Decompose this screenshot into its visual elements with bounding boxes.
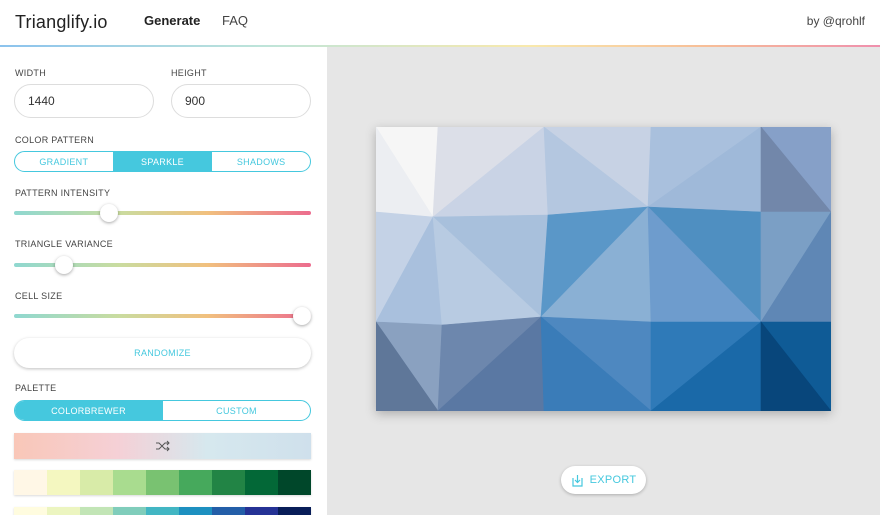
palette-swatch: [80, 470, 113, 495]
palette-swatch: [212, 470, 245, 495]
palette-swatch: [245, 470, 278, 495]
shuffle-icon: [155, 440, 170, 452]
download-icon: [571, 474, 583, 487]
palette-option[interactable]: [14, 507, 311, 515]
cell-size-label: CELL SIZE: [15, 291, 63, 301]
current-palette[interactable]: [14, 433, 311, 459]
color-pattern-label: COLOR PATTERN: [15, 135, 95, 145]
palette-swatch: [14, 470, 47, 495]
palette-swatch: [278, 507, 311, 515]
sidebar: WIDTH HEIGHT COLOR PATTERN GRADIENT SPAR…: [0, 47, 327, 515]
palette-swatch: [212, 507, 245, 515]
height-input[interactable]: [171, 84, 311, 118]
palette-swatch: [179, 507, 212, 515]
palette-swatch: [14, 507, 47, 515]
palette-colorbrewer-button[interactable]: COLORBREWER: [15, 401, 163, 420]
pattern-sparkle-button[interactable]: SPARKLE: [113, 152, 213, 171]
palette-swatch: [146, 470, 179, 495]
nav-faq[interactable]: FAQ: [222, 13, 248, 28]
palette-swatch: [146, 507, 179, 515]
width-input[interactable]: [14, 84, 154, 118]
pattern-intensity-slider[interactable]: [14, 204, 311, 222]
nav-generate[interactable]: Generate: [144, 13, 200, 28]
triangle-pattern-image: [376, 127, 831, 411]
triangle-variance-label: TRIANGLE VARIANCE: [15, 239, 113, 249]
cell-size-slider[interactable]: [14, 307, 312, 325]
palette-swatch: [278, 470, 311, 495]
palette-swatch: [47, 470, 80, 495]
palette-swatch: [113, 470, 146, 495]
width-label: WIDTH: [15, 68, 46, 78]
palette-swatch: [80, 507, 113, 515]
palette-swatch: [113, 507, 146, 515]
header: Trianglify.io Generate FAQ by @qrohlf: [0, 0, 880, 47]
palette-swatch: [47, 507, 80, 515]
triangle-variance-thumb[interactable]: [55, 256, 74, 274]
height-label: HEIGHT: [171, 68, 207, 78]
pattern-gradient-button[interactable]: GRADIENT: [15, 152, 114, 171]
pattern-intensity-thumb[interactable]: [100, 204, 119, 222]
palette-label: PALETTE: [15, 383, 57, 393]
app-logo[interactable]: Trianglify.io: [15, 12, 108, 33]
triangle-variance-slider[interactable]: [14, 256, 311, 274]
palette-swatch: [179, 470, 212, 495]
color-pattern-toggle: GRADIENT SPARKLE SHADOWS: [14, 151, 311, 172]
export-button[interactable]: EXPORT: [561, 466, 646, 494]
preview-area: EXPORT: [327, 47, 880, 515]
export-label: EXPORT: [589, 474, 637, 486]
palette-option[interactable]: [14, 470, 311, 495]
pattern-preview: [376, 127, 831, 411]
cell-size-thumb[interactable]: [293, 307, 312, 325]
palette-swatch: [245, 507, 278, 515]
pattern-intensity-label: PATTERN INTENSITY: [15, 188, 111, 198]
pattern-shadows-button[interactable]: SHADOWS: [212, 152, 310, 171]
palette-custom-button[interactable]: CUSTOM: [163, 401, 310, 420]
author-link[interactable]: by @qrohlf: [807, 14, 865, 28]
palette-toggle: COLORBREWER CUSTOM: [14, 400, 311, 421]
randomize-button[interactable]: RANDOMIZE: [14, 338, 311, 368]
